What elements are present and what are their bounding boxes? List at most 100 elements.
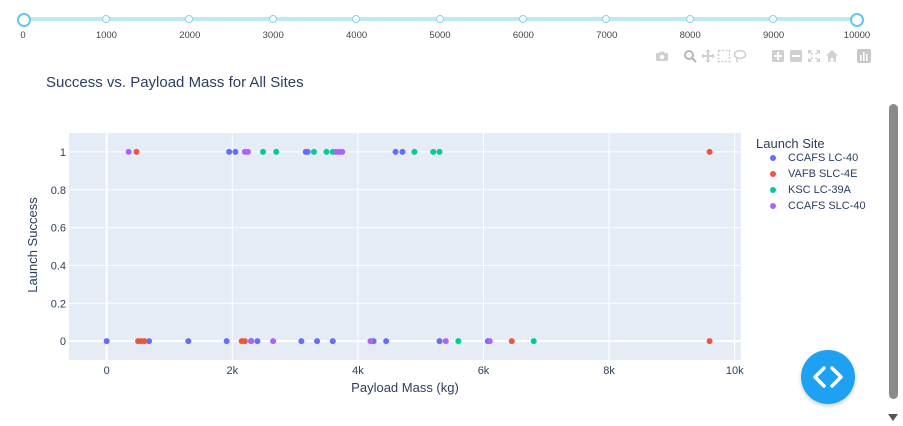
- slider-step-mark[interactable]: [352, 14, 361, 23]
- slider-tick-label: 4000: [346, 30, 368, 41]
- slider-tick-label: 7000: [596, 30, 618, 41]
- data-point[interactable]: [232, 148, 239, 155]
- data-point[interactable]: [133, 148, 140, 155]
- data-point[interactable]: [339, 148, 346, 155]
- y-tick-label: 0: [60, 336, 66, 348]
- autoscale-icon[interactable]: [807, 49, 821, 63]
- slider-tick-label: 5000: [429, 30, 451, 41]
- slider-step-mark[interactable]: [268, 14, 277, 23]
- data-point[interactable]: [392, 148, 399, 155]
- data-point[interactable]: [254, 338, 261, 345]
- slider-step-mark[interactable]: [685, 14, 694, 23]
- slider-tick-label: 1000: [95, 30, 117, 41]
- y-tick-label: 0.6: [51, 223, 66, 235]
- y-axis-label: Launch Success: [25, 197, 40, 293]
- reset-axes-icon[interactable]: [825, 49, 839, 63]
- data-point[interactable]: [270, 338, 277, 345]
- scatter-plot[interactable]: 0 2k 4k 6k 8k 10k 0 0.2 0.4 0.6 0.8 1 Payload Mass…: [0, 100, 760, 405]
- slider-tick-label: 9000: [763, 30, 785, 41]
- data-point[interactable]: [103, 338, 110, 345]
- x-tick-label: 10k: [726, 365, 744, 377]
- legend-marker-icon: [770, 203, 776, 209]
- legend-marker-icon: [770, 155, 776, 161]
- data-point[interactable]: [383, 338, 390, 345]
- slider-tick-label: 6000: [512, 30, 534, 41]
- x-tick-label: 4k: [352, 365, 364, 377]
- x-tick-label: 2k: [226, 365, 238, 377]
- data-point[interactable]: [141, 338, 148, 345]
- y-tick-label: 0.8: [51, 185, 66, 197]
- data-point[interactable]: [706, 338, 713, 345]
- slider-step-mark[interactable]: [435, 14, 444, 23]
- slider-tick-label: 10000: [843, 30, 871, 41]
- y-tick-label: 1: [60, 147, 66, 159]
- plot-modebar: [655, 49, 875, 65]
- y-tick-label: 0.4: [51, 260, 66, 272]
- legend-title: Launch Site: [756, 136, 825, 151]
- legend-label: VAFB SLC-4E: [788, 168, 858, 180]
- data-point[interactable]: [260, 148, 267, 155]
- slider-tick-label: 0: [20, 30, 26, 41]
- slider-step-mark[interactable]: [185, 14, 194, 23]
- chart-title: Success vs. Payload Mass for All Sites: [46, 74, 304, 91]
- legend-label: CCAFS SLC-40: [788, 200, 866, 212]
- data-point[interactable]: [329, 338, 336, 345]
- data-point[interactable]: [530, 338, 537, 345]
- camera-icon[interactable]: [655, 49, 669, 63]
- slider-tick-label: 3000: [262, 30, 284, 41]
- plotly-logo-icon[interactable]: [857, 49, 871, 63]
- zoom-in-icon[interactable]: [771, 49, 785, 63]
- data-point[interactable]: [430, 148, 437, 155]
- data-point[interactable]: [273, 148, 280, 155]
- scrollbar-thumb[interactable]: [889, 104, 898, 399]
- data-point[interactable]: [411, 148, 418, 155]
- x-axis-label: Payload Mass (kg): [351, 380, 459, 395]
- data-point[interactable]: [436, 148, 443, 155]
- code-icon: [813, 366, 843, 388]
- x-tick-label: 0: [104, 365, 110, 377]
- box-select-icon[interactable]: [717, 49, 731, 63]
- plot-area-background: [69, 133, 741, 360]
- slider-handle-max[interactable]: [850, 13, 864, 27]
- data-point[interactable]: [226, 148, 233, 155]
- slider-tick-label: 2000: [179, 30, 201, 41]
- code-view-button[interactable]: [801, 350, 855, 404]
- data-point[interactable]: [455, 338, 462, 345]
- data-point[interactable]: [185, 338, 192, 345]
- range-slider[interactable]: 0 1000 2000 3000 4000 5000 6000 7000 8000 9000 100…: [0, 0, 880, 45]
- data-point[interactable]: [125, 148, 132, 155]
- slider-tick-label: 8000: [679, 30, 701, 41]
- data-point[interactable]: [508, 338, 515, 345]
- data-point[interactable]: [399, 148, 406, 155]
- scroll-down-arrow-icon[interactable]: [888, 414, 898, 421]
- data-point[interactable]: [241, 338, 248, 345]
- data-point[interactable]: [314, 338, 321, 345]
- data-point[interactable]: [310, 148, 317, 155]
- x-tick-label: 8k: [603, 365, 615, 377]
- data-point[interactable]: [304, 148, 311, 155]
- data-point[interactable]: [223, 338, 230, 345]
- data-point[interactable]: [486, 338, 493, 345]
- y-tick-label: 0.2: [51, 298, 66, 310]
- data-point[interactable]: [442, 338, 449, 345]
- legend-marker-icon: [770, 171, 776, 177]
- slider-handle-min[interactable]: [17, 13, 31, 27]
- slider-step-mark[interactable]: [101, 14, 110, 23]
- data-point[interactable]: [244, 148, 251, 155]
- legend-label: CCAFS LC-40: [788, 152, 859, 164]
- zoom-icon[interactable]: [683, 49, 697, 63]
- data-point[interactable]: [248, 338, 255, 345]
- slider-step-mark[interactable]: [602, 14, 611, 23]
- data-point[interactable]: [436, 338, 443, 345]
- legend-marker-icon: [770, 187, 776, 193]
- data-point[interactable]: [298, 338, 305, 345]
- slider-step-mark[interactable]: [518, 14, 527, 23]
- pan-icon[interactable]: [701, 49, 715, 63]
- zoom-out-icon[interactable]: [789, 49, 803, 63]
- data-point[interactable]: [706, 148, 713, 155]
- legend-label: KSC LC-39A: [788, 184, 851, 196]
- data-point[interactable]: [367, 338, 374, 345]
- data-point[interactable]: [323, 148, 330, 155]
- slider-step-mark[interactable]: [769, 14, 778, 23]
- lasso-select-icon[interactable]: [733, 49, 747, 63]
